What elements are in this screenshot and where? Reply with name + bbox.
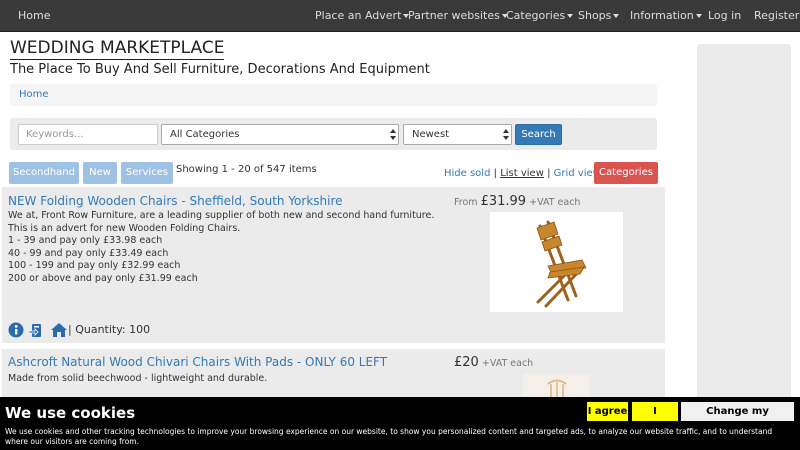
cookie-title: We use cookies [5, 404, 136, 422]
price-suffix: +VAT each [529, 197, 581, 208]
description-line: 40 - 99 and pay only £33.49 each [8, 247, 169, 259]
listing-description: We at, Front Row Furniture, are a leadin… [8, 210, 448, 285]
listing-price: £20 +VAT each [454, 355, 533, 370]
chevron-down-icon [695, 14, 702, 18]
category-select-value: All Categories [170, 129, 240, 140]
filter-services-button[interactable]: Services [121, 162, 173, 184]
categories-button[interactable]: Categories [594, 162, 658, 184]
nav-shops-label: Shops [578, 9, 612, 22]
cookie-decline-button[interactable]: I decline [632, 402, 678, 436]
nav-home-link[interactable]: Home [18, 9, 50, 22]
listing-price: From £31.99 +VAT each [454, 194, 580, 209]
separator: | [493, 168, 497, 179]
top-navbar: Home Place an Advert Partner websites Ca… [0, 0, 800, 32]
description-line: 100 - 199 and pay only £32.99 each [8, 260, 181, 271]
listing-actions [8, 319, 68, 339]
chevron-down-icon [567, 14, 574, 18]
view-options: Hide sold | List view | Grid view | [444, 168, 607, 179]
nav-login[interactable]: Log in [708, 9, 741, 22]
nav-register[interactable]: Register [754, 9, 799, 22]
listing-title[interactable]: Ashcroft Natural Wood Chivari Chairs Wit… [8, 355, 387, 369]
sort-select-value: Newest [412, 129, 450, 140]
description-line: 1 - 39 and pay only £33.98 each [8, 235, 163, 246]
sort-select[interactable]: Newest [403, 124, 512, 145]
filter-secondhand-button[interactable]: Secondhand [9, 162, 79, 184]
breadcrumb-home-link[interactable]: Home [19, 89, 49, 100]
price-prefix: From [454, 197, 478, 208]
hide-sold-link[interactable]: Hide sold [444, 168, 490, 179]
right-sidebar [697, 44, 791, 450]
seller-icon[interactable] [28, 322, 45, 338]
keywords-input[interactable] [18, 124, 158, 145]
site-tagline: The Place To Buy And Sell Furniture, Dec… [10, 62, 430, 77]
description-line: Made from solid beechwood - lightweight … [8, 373, 268, 384]
listing-image[interactable] [490, 212, 623, 312]
nav-information-label: Information [630, 9, 694, 22]
nav-partner-websites-label: Partner websites [408, 9, 500, 22]
list-view-link[interactable]: List view [500, 168, 544, 179]
select-arrows-icon [503, 128, 509, 141]
nav-place-advert[interactable]: Place an Advert [315, 9, 410, 22]
listing-item: NEW Folding Wooden Chairs - Sheffield, S… [2, 187, 665, 343]
nav-categories[interactable]: Categories [506, 9, 574, 22]
home-icon[interactable] [50, 322, 68, 338]
cookie-preferences-button[interactable]: Change my preferences [681, 402, 794, 436]
results-count: Showing 1 - 20 of 547 items [176, 164, 317, 175]
info-icon[interactable] [8, 322, 24, 338]
chevron-down-icon [613, 14, 620, 18]
description-line: 200 or above and pay only £31.99 each [8, 272, 198, 284]
folding-chair-image [536, 220, 587, 308]
nav-partner-websites[interactable]: Partner websites [408, 9, 508, 22]
separator: | [547, 168, 551, 179]
description-line: We at, Front Row Furniture, are a leadin… [8, 210, 435, 221]
site-title[interactable]: WEDDING MARKETPLACE [10, 38, 225, 60]
cookie-banner: We use cookies I agree I decline Change … [0, 397, 800, 450]
price-amount: £20 [454, 355, 479, 370]
listing-title[interactable]: NEW Folding Wooden Chairs - Sheffield, S… [8, 194, 343, 208]
cookie-agree-button[interactable]: I agree [587, 402, 628, 421]
category-select[interactable]: All Categories [161, 124, 399, 145]
listing-quantity: | Quantity: 100 [68, 323, 151, 336]
description-line: This is an advert for new Wooden Folding… [8, 222, 241, 234]
select-arrows-icon [390, 128, 396, 141]
nav-place-advert-label: Place an Advert [315, 9, 402, 22]
nav-shops[interactable]: Shops [578, 9, 620, 22]
nav-information[interactable]: Information [630, 9, 702, 22]
filter-new-button[interactable]: New [83, 162, 117, 184]
cookie-text: We use cookies and other tracking techno… [5, 427, 773, 446]
nav-categories-label: Categories [506, 9, 566, 22]
search-button[interactable]: Search [515, 124, 562, 145]
price-suffix: +VAT each [481, 358, 534, 369]
price-amount: £31.99 [480, 194, 527, 209]
listing-description: Made from solid beechwood - lightweight … [8, 373, 448, 386]
breadcrumb: Home [10, 84, 657, 106]
